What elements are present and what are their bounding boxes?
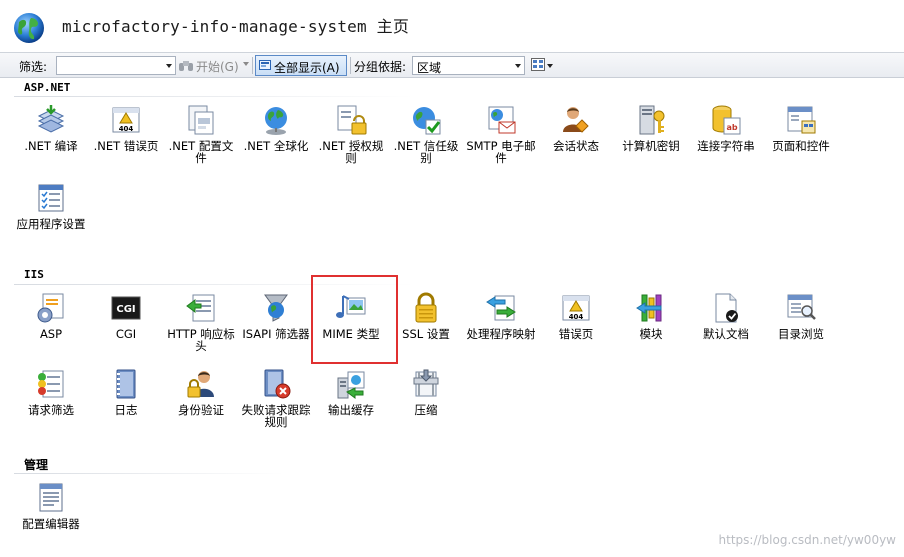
tile-label: ASP xyxy=(39,327,63,341)
tile-label: 输出缓存 xyxy=(328,403,374,417)
authentication-icon xyxy=(187,371,214,398)
tile-label: HTTP 响应标头 xyxy=(167,327,235,353)
view-grid-icon[interactable] xyxy=(531,58,545,72)
net-error-pages-icon: 404 xyxy=(112,107,140,133)
isapi-filters-icon xyxy=(264,294,288,322)
directory-browsing-icon xyxy=(787,294,816,320)
groupby-label: 分组依据: xyxy=(354,60,407,74)
session-state-icon xyxy=(563,107,589,133)
tile-label: 应用程序设置 xyxy=(16,217,86,231)
title-bar: microfactory-info-manage-system 主页 xyxy=(0,0,904,52)
configuration-editor-icon xyxy=(39,483,63,512)
section-title-management: 管理 xyxy=(24,458,49,472)
tile-label: 失败请求跟踪规则 xyxy=(241,403,311,429)
net-authorization-icon xyxy=(337,105,367,135)
compression-icon xyxy=(413,369,439,397)
watermark-text: https://blog.csdn.net/yw00yw xyxy=(718,533,896,547)
net-compile-icon xyxy=(37,105,65,133)
tile-label: 压缩 xyxy=(414,403,438,417)
tile-label: 默认文档 xyxy=(703,327,749,341)
net-globalization-icon xyxy=(265,107,287,135)
tile-label: .NET 授权规则 xyxy=(318,139,384,165)
pages-controls-icon xyxy=(787,106,816,134)
error-pages-icon: 404 xyxy=(562,295,590,321)
request-filtering-icon xyxy=(38,370,64,398)
tile-label: .NET 信任级别 xyxy=(393,139,459,165)
section-title-iis: IIS xyxy=(24,268,44,281)
groupby-select[interactable]: 区域 xyxy=(412,56,525,75)
toolbar-separator xyxy=(252,57,253,74)
show-all-icon xyxy=(259,60,271,70)
smtp-email-icon xyxy=(488,106,516,134)
connection-strings-icon: ab xyxy=(712,105,741,135)
filter-toolbar: 筛选: 开始(G) 全部显示(A) 分组依据: 区域 xyxy=(0,52,904,78)
chevron-down-icon[interactable] xyxy=(164,57,175,74)
tile-label: ISAPI 筛选器 xyxy=(242,327,310,341)
filter-input[interactable] xyxy=(56,56,176,75)
failed-request-tracing-icon xyxy=(264,369,291,399)
tile-label: 错误页 xyxy=(558,327,594,341)
tile-label: 页面和控件 xyxy=(772,139,830,153)
tile-label: 身份验证 xyxy=(178,403,224,417)
modules-icon xyxy=(636,294,662,322)
chevron-down-icon[interactable] xyxy=(243,62,249,66)
svg-text:CGI: CGI xyxy=(116,304,135,315)
page-title: microfactory-info-manage-system 主页 xyxy=(62,17,410,36)
tile-label: .NET 配置文件 xyxy=(168,139,234,165)
binoculars-icon xyxy=(179,61,193,71)
tile-label: 模块 xyxy=(639,327,663,341)
logging-icon xyxy=(116,369,136,399)
tile-label: SSL 设置 xyxy=(402,327,450,341)
show-all-button[interactable]: 全部显示(A) xyxy=(255,55,347,76)
net-profile-icon xyxy=(188,105,214,135)
filter-label: 筛选: xyxy=(19,60,48,74)
chevron-down-icon[interactable] xyxy=(513,57,524,74)
tile-label: .NET 错误页 xyxy=(93,139,159,153)
svg-text:404: 404 xyxy=(119,125,134,133)
asp-icon xyxy=(37,293,64,323)
section-divider xyxy=(14,96,414,97)
show-all-label: 全部显示(A) xyxy=(274,61,340,75)
machine-key-icon xyxy=(639,105,665,135)
section-divider xyxy=(14,473,284,474)
tile-label: 目录浏览 xyxy=(778,327,824,341)
tile-label: 计算机密钥 xyxy=(622,139,680,153)
ssl-settings-icon xyxy=(415,292,437,323)
app-settings-icon xyxy=(38,184,64,212)
net-trust-levels-icon xyxy=(413,107,441,135)
handler-mappings-icon xyxy=(486,295,516,321)
toolbar-separator xyxy=(350,57,351,74)
svg-text:404: 404 xyxy=(569,313,584,321)
tile-label: 配置编辑器 xyxy=(22,517,80,531)
tile-label: CGI xyxy=(115,327,137,341)
http-headers-icon xyxy=(186,294,215,322)
tile-label: 请求筛选 xyxy=(28,403,74,417)
highlight-frame xyxy=(311,275,398,364)
groupby-value: 区域 xyxy=(417,61,442,75)
cgi-icon: CGI xyxy=(111,296,141,320)
section-title-aspnet: ASP.NET xyxy=(24,81,71,94)
tile-label: 处理程序映射 xyxy=(466,327,536,341)
start-button[interactable]: 开始(G) xyxy=(196,58,239,75)
chevron-down-icon[interactable] xyxy=(547,64,553,68)
tile-label: 连接字符串 xyxy=(697,139,755,153)
output-caching-icon xyxy=(337,371,365,399)
tile-label: .NET 全球化 xyxy=(243,139,309,153)
globe-icon xyxy=(14,13,44,43)
tile-label: SMTP 电子邮件 xyxy=(466,139,536,165)
tile-label: .NET 编译 xyxy=(24,139,78,153)
tile-label: 会话状态 xyxy=(553,139,599,153)
svg-text:ab: ab xyxy=(726,123,737,132)
default-document-icon xyxy=(715,293,738,323)
tile-label: 日志 xyxy=(114,403,138,417)
